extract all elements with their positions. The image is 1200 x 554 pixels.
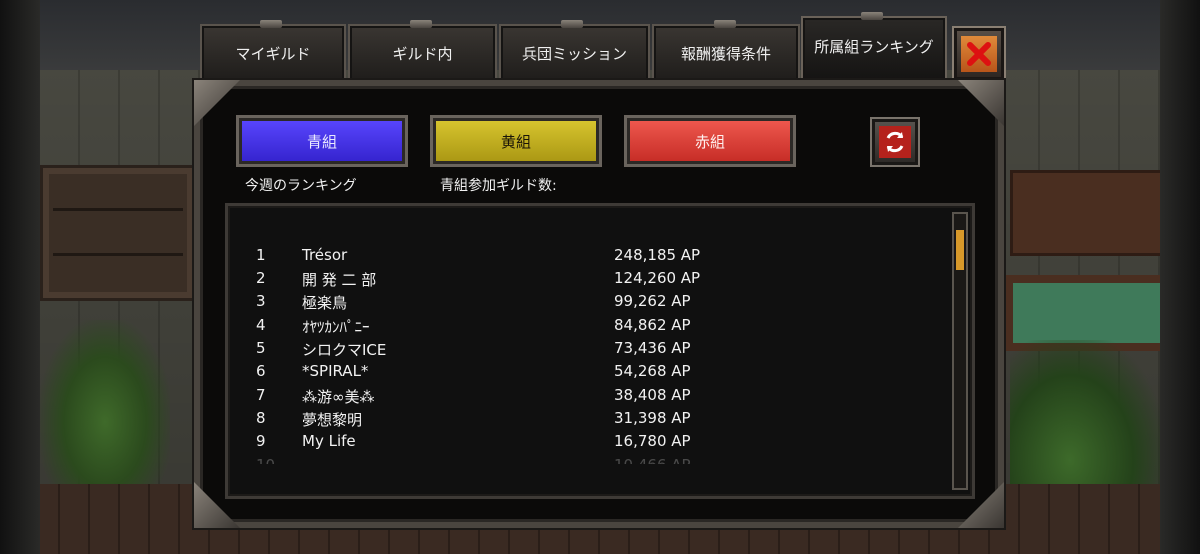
tab-rivet — [410, 20, 432, 28]
red-team-label: 赤組 — [694, 132, 725, 151]
plant-left — [40, 320, 170, 490]
guild-ap: 38,408 AP — [614, 386, 691, 404]
scroll-thumb[interactable] — [956, 230, 964, 270]
guild-ap: 31,398 AP — [614, 409, 691, 427]
rank-number: 8 — [256, 409, 266, 427]
tab-label: 所属組ランキング — [814, 37, 934, 56]
ranking-row[interactable]: 10 10,466 AP — [236, 456, 936, 464]
ranking-row[interactable]: 1 Trésor 248,185 AP — [236, 246, 936, 268]
yellow-team-button[interactable]: 黄組 — [430, 115, 602, 167]
tab-label: マイギルド — [235, 44, 311, 63]
yellow-team-label: 黄組 — [500, 132, 531, 151]
right-frame — [1160, 0, 1200, 554]
tab-label: 報酬獲得条件 — [680, 44, 771, 63]
ranking-row[interactable]: 6 *SPIRAL* 54,268 AP — [236, 362, 936, 384]
ranking-scrollbar[interactable] — [952, 212, 968, 490]
guild-ap: 16,780 AP — [614, 432, 691, 450]
rank-number: 4 — [256, 316, 266, 334]
close-x-icon — [961, 36, 997, 72]
guild-name: ⁂游∞美⁂ — [302, 388, 375, 406]
weekly-ranking-label: 今週のランキング — [245, 178, 357, 194]
guild-name: Trésor — [302, 246, 348, 264]
guild-ap: 84,862 AP — [614, 316, 691, 334]
guild-name: 極楽鳥 — [302, 294, 348, 312]
bench — [1010, 170, 1166, 256]
bookshelf — [40, 165, 196, 301]
rank-number: 3 — [256, 292, 266, 310]
guild-ap: 99,262 AP — [614, 292, 691, 310]
ranking-row[interactable]: 5 シロクマICE 73,436 AP — [236, 339, 936, 361]
guild-name: 夢想黎明 — [302, 411, 363, 429]
tab-corps-mission[interactable]: 兵団ミッション — [499, 20, 650, 82]
ranking-row[interactable]: 8 夢想黎明 31,398 AP — [236, 409, 936, 431]
ranking-row[interactable]: 4 ｵﾔﾂｶﾝﾊﾟﾆｰ 84,862 AP — [236, 316, 936, 338]
rank-number: 1 — [256, 246, 266, 264]
tab-rivet — [260, 20, 282, 28]
tab-rivet — [861, 12, 883, 20]
rank-number: 5 — [256, 339, 266, 357]
participating-guilds-label: 青組参加ギルド数: — [440, 178, 557, 194]
tab-team-ranking[interactable]: 所属組ランキング — [801, 12, 947, 84]
tab-reward-conditions[interactable]: 報酬獲得条件 — [652, 20, 800, 82]
guild-name: シロクマICE — [302, 341, 387, 359]
ranking-row[interactable]: 9 My Life 16,780 AP — [236, 432, 936, 454]
tab-my-guild[interactable]: マイギルド — [200, 20, 346, 82]
guild-name: *SPIRAL* — [302, 362, 369, 380]
guild-name: My Life — [302, 432, 356, 450]
guild-ap: 10,466 AP — [614, 456, 691, 464]
guild-ap: 248,185 AP — [614, 246, 701, 264]
ranking-row[interactable]: 3 極楽鳥 99,262 AP — [236, 292, 936, 314]
guild-ap: 124,260 AP — [614, 269, 701, 287]
rank-number: 7 — [256, 386, 266, 404]
refresh-icon — [879, 126, 911, 158]
rank-number: 2 — [256, 269, 266, 287]
red-team-button[interactable]: 赤組 — [624, 115, 796, 167]
refresh-button[interactable] — [870, 117, 920, 167]
guild-ap: 54,268 AP — [614, 362, 691, 380]
guild-ap: 73,436 AP — [614, 339, 691, 357]
blue-team-button[interactable]: 青組 — [236, 115, 408, 167]
close-button[interactable] — [952, 26, 1006, 82]
ranking-list[interactable]: 1 Trésor 248,185 AP 2 開 発 二 部 124,260 AP… — [236, 238, 946, 464]
rank-number: 6 — [256, 362, 266, 380]
left-frame — [0, 0, 40, 554]
blue-team-label: 青組 — [306, 132, 337, 151]
tab-label: ギルド内 — [392, 44, 453, 63]
guild-name: ｵﾔﾂｶﾝﾊﾟﾆｰ — [302, 318, 370, 336]
tab-guild-internal[interactable]: ギルド内 — [348, 20, 497, 82]
tab-rivet — [561, 20, 583, 28]
rank-number: 10 — [256, 456, 275, 464]
ranking-row[interactable]: 7 ⁂游∞美⁂ 38,408 AP — [236, 386, 936, 408]
tab-label: 兵団ミッション — [521, 44, 627, 63]
tab-rivet — [714, 20, 736, 28]
guild-name: 開 発 二 部 — [302, 271, 377, 289]
ranking-row[interactable]: 2 開 発 二 部 124,260 AP — [236, 269, 936, 291]
rank-number: 9 — [256, 432, 266, 450]
